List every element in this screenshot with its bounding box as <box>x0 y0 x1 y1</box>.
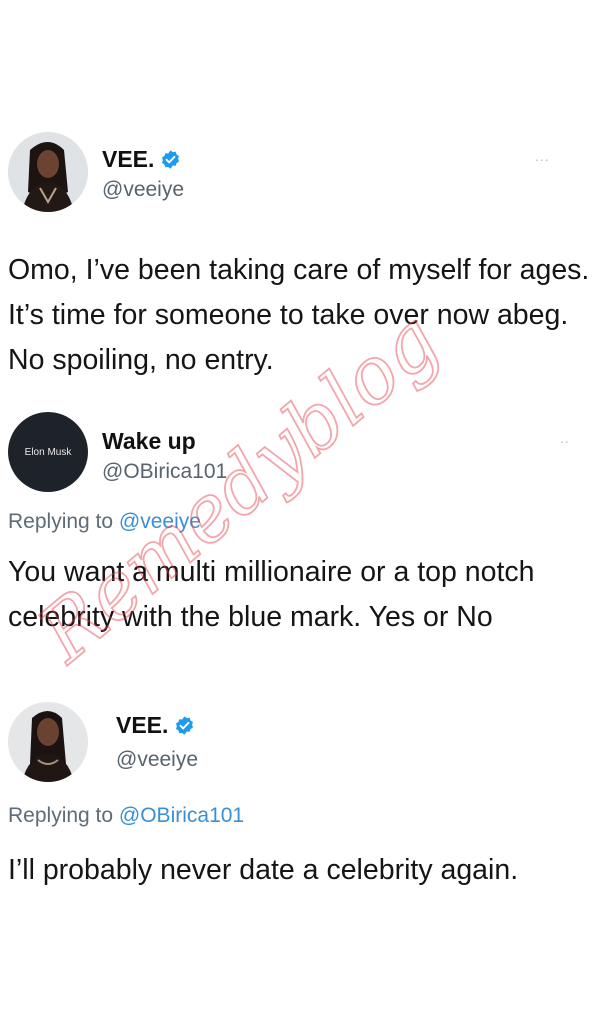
author-handle[interactable]: @OBirica101 <box>102 460 227 484</box>
tweet-2: Elon Musk Wake up @OBirica101 .. Replyin… <box>0 400 613 690</box>
mention-link[interactable]: @veeiye <box>119 510 201 533</box>
author-handle[interactable]: @veeiye <box>102 178 184 202</box>
avatar[interactable] <box>8 132 88 212</box>
author-name[interactable]: VEE. <box>116 712 168 739</box>
replying-to: Replying to @OBirica101 <box>8 804 244 828</box>
tweet-text: I’ll probably never date a celebrity aga… <box>8 854 519 886</box>
verified-badge-icon <box>176 716 194 735</box>
verified-badge-icon <box>162 150 180 169</box>
replying-to-label: Replying to <box>8 804 119 827</box>
replying-to: Replying to @veeiye <box>8 510 201 534</box>
author-name[interactable]: VEE. <box>102 146 154 173</box>
author-handle[interactable]: @veeiye <box>116 748 198 772</box>
profile-photo-icon <box>8 702 88 782</box>
tweet-1: VEE. @veeiye ... Omo, I’ve been taking c… <box>0 0 613 400</box>
author-row: VEE. <box>116 712 195 739</box>
more-options-icon[interactable]: .. <box>560 430 570 446</box>
avatar-label: Elon Musk <box>24 446 72 458</box>
profile-photo-icon <box>8 132 88 212</box>
avatar[interactable] <box>8 702 88 782</box>
author-row: Wake up <box>102 428 196 455</box>
tweet-text: You want a multi millionaire or a top no… <box>8 556 535 633</box>
more-options-icon[interactable]: ... <box>535 148 550 164</box>
mention-link[interactable]: @OBirica101 <box>119 804 244 827</box>
tweet-text: Omo, I’ve been taking care of myself for… <box>8 254 590 376</box>
author-row: VEE. <box>102 146 181 173</box>
avatar[interactable]: Elon Musk <box>8 412 88 492</box>
tweet-3: VEE. @veeiye Replying to @OBirica101 I’l… <box>0 690 613 1024</box>
author-name[interactable]: Wake up <box>102 428 196 455</box>
replying-to-label: Replying to <box>8 510 119 533</box>
